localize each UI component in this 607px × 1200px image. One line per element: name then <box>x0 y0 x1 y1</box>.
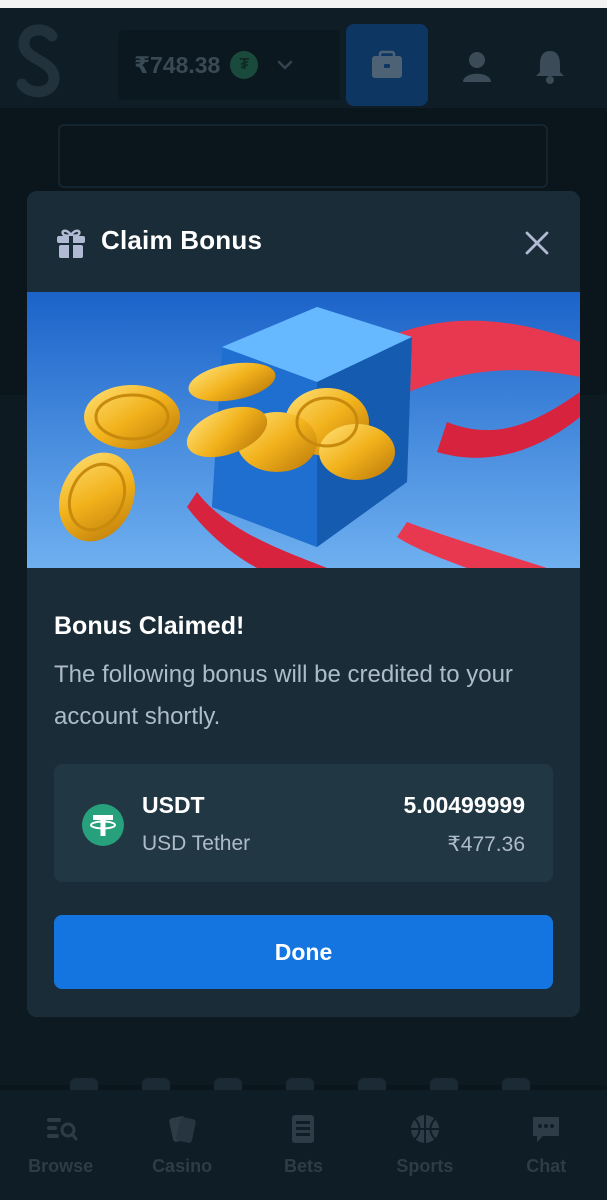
close-button[interactable] <box>519 225 555 261</box>
social-links <box>70 1078 530 1090</box>
browse-icon <box>46 1118 78 1141</box>
cards-icon <box>169 1116 196 1143</box>
nav-item-browse[interactable]: Browse <box>6 1112 116 1177</box>
done-button[interactable]: Done <box>54 915 553 989</box>
bell-icon <box>536 51 564 84</box>
logo-icon[interactable] <box>14 24 64 98</box>
currency-code: USDT <box>142 792 205 818</box>
bonus-currency-card: USDT USD Tether 5.00499999 ₹477.36 <box>54 764 553 882</box>
modal-body: Bonus Claimed! The following bonus will … <box>27 568 580 1017</box>
status-bar <box>0 0 607 8</box>
chevron-down-icon <box>278 60 293 70</box>
currency-name: USD Tether <box>142 832 251 855</box>
bets-icon <box>292 1115 315 1143</box>
bonus-claimed-title: Bonus Claimed! <box>54 612 245 640</box>
nav-label: Bets <box>283 1156 323 1176</box>
balance-selector[interactable]: ₹748.38 ₮ <box>118 30 340 100</box>
profile-button[interactable] <box>455 44 499 88</box>
gift-icon <box>57 229 85 258</box>
bonus-banner-image <box>27 292 580 568</box>
bonus-fiat-value: ₹477.36 <box>447 833 525 856</box>
bonus-claimed-description: The following bonus will be credited to … <box>54 661 513 730</box>
search-box[interactable] <box>58 124 548 188</box>
nav-label: Browse <box>28 1156 94 1176</box>
bonus-amount: 5.00499999 <box>403 792 525 818</box>
modal-title: Claim Bonus <box>101 225 263 255</box>
wallet-button[interactable] <box>346 24 428 106</box>
user-icon <box>463 52 491 82</box>
nav-item-chat[interactable]: Chat <box>491 1112 601 1177</box>
notifications-button[interactable] <box>528 44 572 88</box>
wallet-icon <box>372 50 402 78</box>
claim-bonus-modal: Claim Bonus Bonus Claimed! The following… <box>27 191 580 1017</box>
tether-icon <box>82 804 124 846</box>
nav-item-casino[interactable]: Casino <box>127 1112 237 1177</box>
close-icon <box>525 231 549 255</box>
bottom-nav: Browse Casino Bets Sports Chat <box>0 1090 607 1200</box>
modal-header: Claim Bonus <box>27 191 580 292</box>
top-bar: ₹748.38 ₮ <box>0 8 607 108</box>
nav-item-sports[interactable]: Sports <box>370 1112 480 1177</box>
balance-amount: ₹748.38 <box>134 51 221 78</box>
basketball-icon <box>410 1115 439 1143</box>
nav-label: Sports <box>396 1156 454 1176</box>
nav-label: Chat <box>526 1156 567 1176</box>
chat-icon <box>533 1117 560 1142</box>
nav-item-bets[interactable]: Bets <box>248 1112 358 1177</box>
nav-label: Casino <box>152 1156 213 1176</box>
tether-icon: ₮ <box>230 51 259 79</box>
